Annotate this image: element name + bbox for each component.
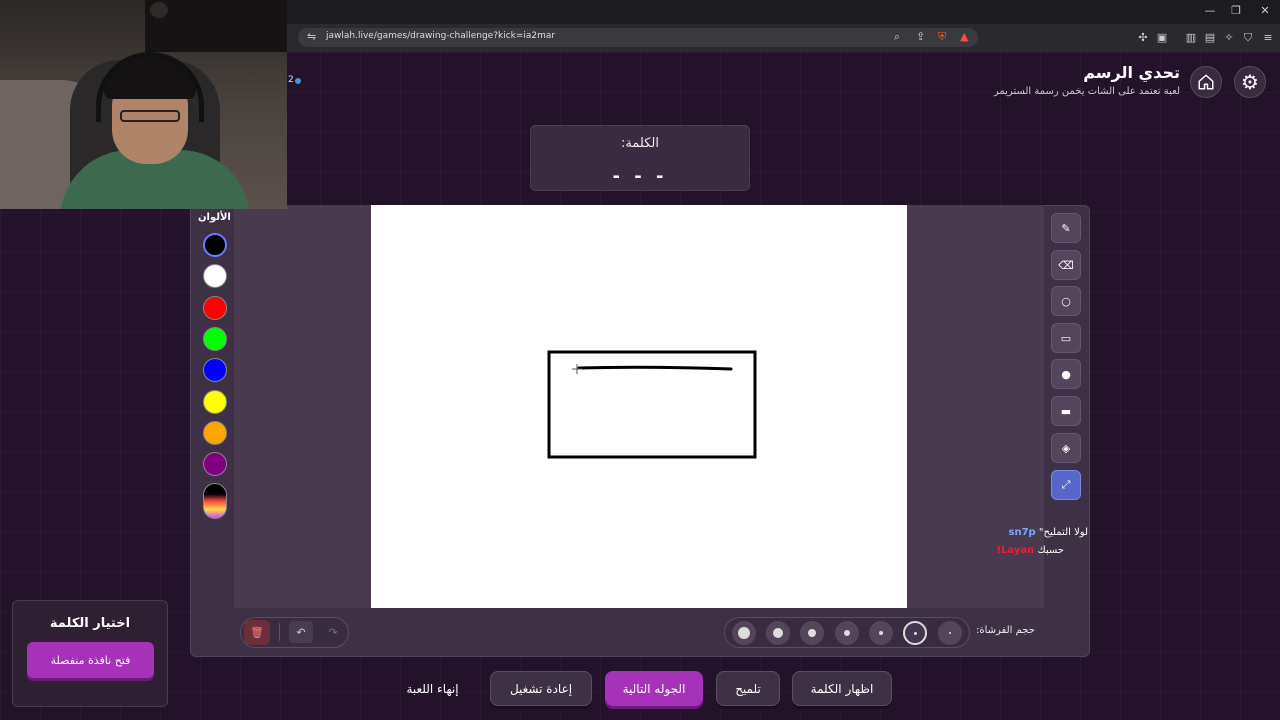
crosshair-cursor xyxy=(572,364,582,374)
color-swatch[interactable] xyxy=(203,295,227,320)
word-choice-title: اختيار الكلمة xyxy=(49,616,131,631)
show-word-button[interactable]: اظهار الكلمة xyxy=(792,671,892,706)
color-swatch[interactable] xyxy=(203,326,227,351)
brush-icon: ✎ xyxy=(1061,221,1071,235)
brave-rewards-icon[interactable]: ▲ xyxy=(960,30,968,43)
home-button[interactable] xyxy=(1190,66,1222,98)
menu-icon[interactable]: ≡ xyxy=(1261,31,1275,44)
brush-size-dot xyxy=(738,627,750,639)
address-bar[interactable]: ⇋ jawlah.live/games/drawing-challenge?ki… xyxy=(298,28,978,47)
rectangle-filled-icon: ▬ xyxy=(1060,404,1072,418)
color-swatch[interactable] xyxy=(203,420,227,445)
brush-size-option[interactable] xyxy=(800,621,824,645)
minimize-icon[interactable]: — xyxy=(1202,4,1218,17)
color-swatch[interactable] xyxy=(203,389,227,414)
webcam-overlay xyxy=(0,0,287,209)
vpn-icon[interactable]: ⛉ xyxy=(1241,31,1255,45)
extensions-icon[interactable]: ✣ xyxy=(1136,31,1150,44)
online-indicator xyxy=(295,78,301,84)
brush-size-dot xyxy=(808,629,816,637)
brush-size-dot xyxy=(844,630,850,636)
settings-button[interactable]: ⚙ xyxy=(1234,66,1266,98)
canvas-drawing xyxy=(547,350,757,459)
rectangle-filled-tool-button[interactable]: ▬ xyxy=(1051,396,1081,426)
brush-tool-button[interactable]: ✎ xyxy=(1051,213,1081,243)
circle-outline-icon: ○ xyxy=(1061,294,1071,308)
word-choice-panel: اختيار الكلمة فتح نافذة منفصلة xyxy=(12,600,168,707)
clear-canvas-button[interactable]: 🗑 xyxy=(244,620,270,645)
sidebar-icon[interactable]: ▥ xyxy=(1184,31,1198,44)
close-window-icon[interactable]: ✕ xyxy=(1257,4,1273,17)
gear-icon: ⚙ xyxy=(1241,70,1259,94)
brave-shield-icon[interactable]: ⛨ xyxy=(938,30,946,44)
trash-icon: 🗑 xyxy=(250,626,264,639)
url-text: jawlah.live/games/drawing-challenge?kick… xyxy=(326,31,556,41)
brush-size-option[interactable] xyxy=(869,621,893,645)
undo-button[interactable]: ↶ xyxy=(289,621,313,643)
online-count: 2 xyxy=(288,75,294,85)
custom-color-picker[interactable] xyxy=(203,483,227,519)
screenshot-icon[interactable]: ▣ xyxy=(1155,31,1169,44)
color-swatch[interactable] xyxy=(203,452,227,477)
circle-filled-icon: ● xyxy=(1061,367,1071,381)
line-icon: ⤢ xyxy=(1061,478,1071,491)
brush-size-option[interactable] xyxy=(766,621,790,645)
divider xyxy=(279,623,280,641)
word-label: الكلمة: xyxy=(621,136,659,151)
undo-icon: ↶ xyxy=(296,625,306,639)
page-title: تحدي الرسم xyxy=(1083,63,1180,82)
chat-message: لولا التمليح" sn7p xyxy=(1009,527,1088,538)
rectangle-outline-icon: ▭ xyxy=(1060,331,1072,345)
circle-filled-tool-button[interactable]: ● xyxy=(1051,359,1081,389)
share-icon[interactable]: ⇪ xyxy=(916,30,925,43)
next-round-button[interactable]: الجوله التالية xyxy=(605,671,703,706)
brush-size-dot xyxy=(949,632,951,634)
colors-title: الألوان xyxy=(198,212,231,223)
redo-button[interactable]: ↷ xyxy=(321,621,345,643)
eraser-icon: ⌫ xyxy=(1058,258,1074,272)
line-tool-button[interactable]: ⤢ xyxy=(1051,470,1081,500)
color-swatch[interactable] xyxy=(203,233,227,257)
end-game-button[interactable]: إنهاء اللعبة xyxy=(395,671,470,706)
brush-size-option[interactable] xyxy=(938,621,962,645)
brush-size-dot xyxy=(879,631,883,635)
redo-icon: ↷ xyxy=(328,625,338,639)
fill-tool-button[interactable]: ◈ xyxy=(1051,433,1081,463)
home-icon xyxy=(1198,74,1214,90)
zoom-icon[interactable]: ⌕ xyxy=(894,30,900,44)
eraser-tool-button[interactable]: ⌫ xyxy=(1051,250,1081,280)
brush-size-option[interactable] xyxy=(732,621,756,645)
drawing-canvas[interactable] xyxy=(371,205,907,608)
brush-size-option[interactable] xyxy=(835,621,859,645)
word-box: الكلمة: - - - xyxy=(530,125,750,191)
restart-button[interactable]: إعادة تشغيل xyxy=(490,671,592,706)
wallet-icon[interactable]: ▤ xyxy=(1203,31,1217,44)
drawn-line xyxy=(577,365,733,371)
brush-size-label: حجم الفرشاة: xyxy=(976,625,1035,636)
circle-outline-tool-button[interactable]: ○ xyxy=(1051,286,1081,316)
hint-button[interactable]: تلميح xyxy=(716,671,780,706)
brush-size-option-selected[interactable] xyxy=(903,621,927,645)
fill-bucket-icon: ◈ xyxy=(1061,441,1071,455)
chat-text: لولا التمليح" xyxy=(1038,527,1088,538)
open-separate-window-button[interactable]: فتح نافذة منفصلة xyxy=(27,642,154,678)
brush-size-dot xyxy=(913,631,917,635)
rectangle-outline-tool-button[interactable]: ▭ xyxy=(1051,323,1081,353)
site-settings-icon[interactable]: ⇋ xyxy=(307,30,316,43)
chat-text: حسبك xyxy=(1037,545,1064,556)
brush-size-dot xyxy=(773,628,783,638)
color-swatch[interactable] xyxy=(203,358,227,383)
page-subtitle: لعبة تعتمد على الشات يخمن رسمة الستريمر xyxy=(993,86,1180,97)
chat-username: Layan! xyxy=(996,545,1035,556)
chat-message: حسبك Layan! xyxy=(996,545,1064,556)
chat-username: sn7p xyxy=(1008,527,1036,538)
restore-icon[interactable]: ❐ xyxy=(1228,4,1244,17)
hidden-word: - - - xyxy=(612,166,668,187)
leo-ai-icon[interactable]: ✧ xyxy=(1222,31,1236,44)
